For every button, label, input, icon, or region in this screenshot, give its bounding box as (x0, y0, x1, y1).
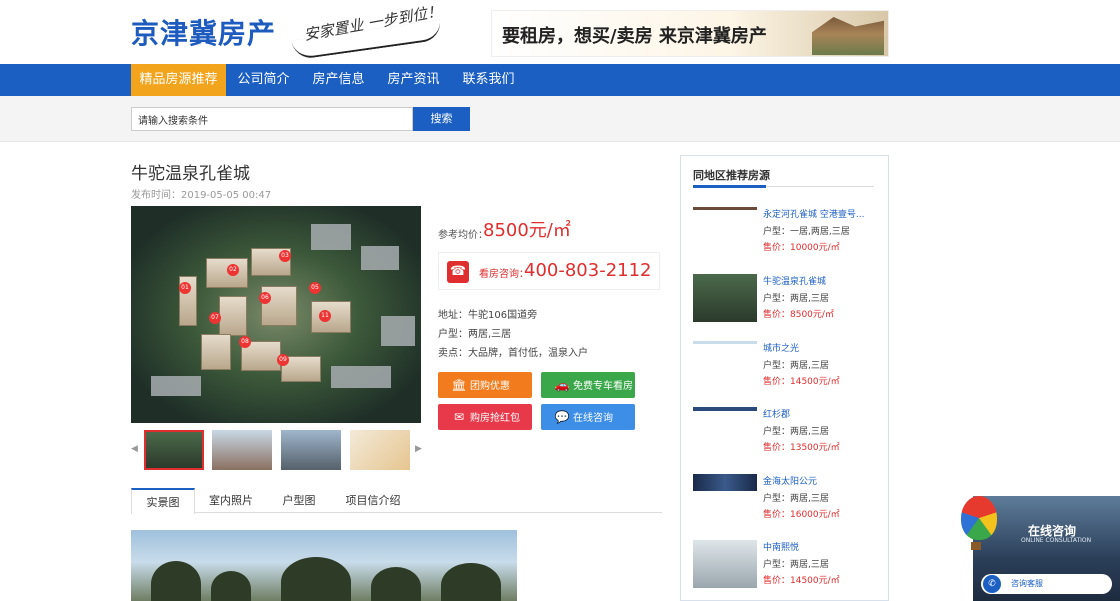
recommend-sidebar: 同地区推荐房源 永定河孔雀城 空港壹号... 户型：一居,两居,三居 售价：10… (680, 155, 889, 601)
consult-subtitle: ONLINE CONSULTATION (1021, 537, 1092, 544)
sidebar-listing[interactable]: 牛驼温泉孔雀城 户型：两居,三居 售价：8500元/㎡ (693, 274, 883, 330)
main-nav: 精品房源推荐 公司简介 房产信息 房产资讯 联系我们 (0, 64, 1120, 96)
sidebar-listing[interactable]: 中南熙悦 户型：两居,三居 售价：14500元/㎡ (693, 540, 883, 596)
site-logo[interactable]: 京津冀房产 (131, 12, 276, 52)
sidebar-title: 同地区推荐房源 (693, 169, 770, 182)
sidebar-listing[interactable]: 永定河孔雀城 空港壹号... 户型：一居,两居,三居 售价：10000元/㎡ (693, 207, 883, 263)
publish-time: 发布时间：2019-05-05 00:47 (131, 190, 272, 201)
listing-name[interactable]: 中南熙悦 (763, 540, 799, 553)
property-title: 牛驼温泉孔雀城 (131, 164, 250, 184)
tab-project-intro[interactable]: 项目信介绍 (337, 488, 409, 513)
search-bar: 搜索 (0, 96, 1120, 142)
tab-real-photos[interactable]: 实景图 (131, 488, 195, 514)
price-label: 参考均价： (438, 230, 488, 241)
chat-icon: 💬 (554, 410, 570, 424)
listing-name[interactable]: 城市之光 (763, 341, 799, 354)
listing-name[interactable]: 牛驼温泉孔雀城 (763, 274, 826, 287)
nav-item-contact[interactable]: 联系我们 (451, 64, 526, 96)
listing-thumb[interactable] (693, 341, 757, 344)
price-value: 8500元/㎡ (483, 220, 571, 241)
thumb-aerial[interactable] (144, 430, 204, 470)
search-button[interactable]: 搜索 (413, 107, 470, 131)
free-car-tour-button[interactable]: 🚗 免费专车看房 (541, 372, 635, 398)
red-packet-button[interactable]: ✉ 购房抢红包 (438, 404, 532, 430)
chat-icon: ✆ (983, 575, 1001, 593)
listing-type: 户型：两居,三居 (763, 361, 829, 371)
listing-thumb[interactable] (693, 474, 757, 491)
header-banner[interactable]: 要租房，想买/卖房 来京津冀房产 (491, 10, 889, 57)
envelope-icon: ✉ (453, 410, 465, 424)
thumb-prev-icon[interactable]: ◀ (131, 444, 138, 454)
house-type: 户型：两居,三居 (438, 329, 512, 340)
sidebar-listing[interactable]: 红杉郡 户型：两居,三居 售价：13500元/㎡ (693, 407, 883, 463)
phone-box: ☎ 看房咨询： 400-803-2112 (438, 252, 660, 290)
listing-price: 售价：10000元/㎡ (763, 243, 840, 253)
consult-button-label: 咨询客服 (1011, 579, 1043, 588)
thumb-towers[interactable] (281, 430, 341, 470)
tab-floor-plans[interactable]: 户型图 (271, 488, 327, 513)
sidebar-listing[interactable]: 城市之光 户型：两居,三居 售价：14500元/㎡ (693, 341, 883, 397)
car-icon: 🚗 (554, 378, 570, 392)
listing-thumb[interactable] (693, 540, 757, 588)
listing-price: 售价：14500元/㎡ (763, 576, 840, 586)
photo-tabs: 实景图 室内照片 户型图 项目信介绍 (131, 488, 662, 514)
listing-type: 户型：两居,三居 (763, 494, 829, 504)
nav-item-featured[interactable]: 精品房源推荐 (131, 64, 226, 96)
gallery-photo (131, 530, 517, 601)
phone-number[interactable]: 400-803-2112 (524, 260, 652, 281)
banner-text: 要租房，想买/卖房 来京津冀房产 (502, 26, 767, 47)
thumb-map[interactable] (350, 430, 410, 470)
listing-price: 售价：13500元/㎡ (763, 443, 840, 453)
bank-icon: 🏛 (451, 378, 467, 392)
listing-name[interactable]: 永定河孔雀城 空港壹号... (763, 207, 864, 220)
listing-type: 户型：两居,三居 (763, 294, 829, 304)
listing-thumb[interactable] (693, 407, 757, 411)
listing-price: 售价：16000元/㎡ (763, 510, 840, 520)
group-buy-button[interactable]: 🏛 团购优惠 (438, 372, 532, 398)
thumb-next-icon[interactable]: ▶ (415, 444, 422, 454)
listing-type: 户型：两居,三居 (763, 427, 829, 437)
nav-item-property-info[interactable]: 房产信息 (301, 64, 376, 96)
consult-service-button[interactable]: ✆ 咨询客服 (981, 574, 1112, 594)
online-consult-widget[interactable]: 在线咨询 ONLINE CONSULTATION ✆ 咨询客服 (961, 496, 1120, 601)
nav-item-about[interactable]: 公司简介 (226, 64, 301, 96)
search-input[interactable] (131, 107, 413, 131)
listing-name[interactable]: 金海太阳公元 (763, 474, 817, 487)
selling-points: 卖点：大品牌，首付低，温泉入户 (438, 348, 588, 359)
address: 地址：牛驼106国道旁 (438, 310, 538, 321)
listing-type: 户型：两居,三居 (763, 560, 829, 570)
phone-label: 看房咨询： (479, 269, 529, 280)
listing-price: 售价：14500元/㎡ (763, 377, 840, 387)
property-main-image: 01 02 03 07 06 05 08 11 09 (131, 206, 421, 423)
balloon-basket (971, 542, 981, 550)
nav-item-news[interactable]: 房产资讯 (376, 64, 451, 96)
sidebar-title-underline (693, 185, 766, 188)
listing-price: 售价：8500元/㎡ (763, 310, 834, 320)
listing-thumb[interactable] (693, 207, 757, 210)
phone-icon: ☎ (447, 261, 469, 283)
thumb-exterior[interactable] (212, 430, 272, 470)
tab-interior-photos[interactable]: 室内照片 (199, 488, 263, 513)
listing-type: 户型：一居,两居,三居 (763, 227, 850, 237)
listing-name[interactable]: 红杉郡 (763, 407, 790, 420)
site-header: 京津冀房产 安家置业 一步到位！ 要租房，想买/卖房 来京津冀房产 (0, 0, 1120, 64)
hot-air-balloon-icon (961, 496, 997, 540)
banner-house-image (812, 17, 884, 55)
listing-thumb[interactable] (693, 274, 757, 322)
sidebar-listing[interactable]: 金海太阳公元 户型：两居,三居 售价：16000元/㎡ (693, 474, 883, 530)
online-consult-button[interactable]: 💬 在线咨询 (541, 404, 635, 430)
